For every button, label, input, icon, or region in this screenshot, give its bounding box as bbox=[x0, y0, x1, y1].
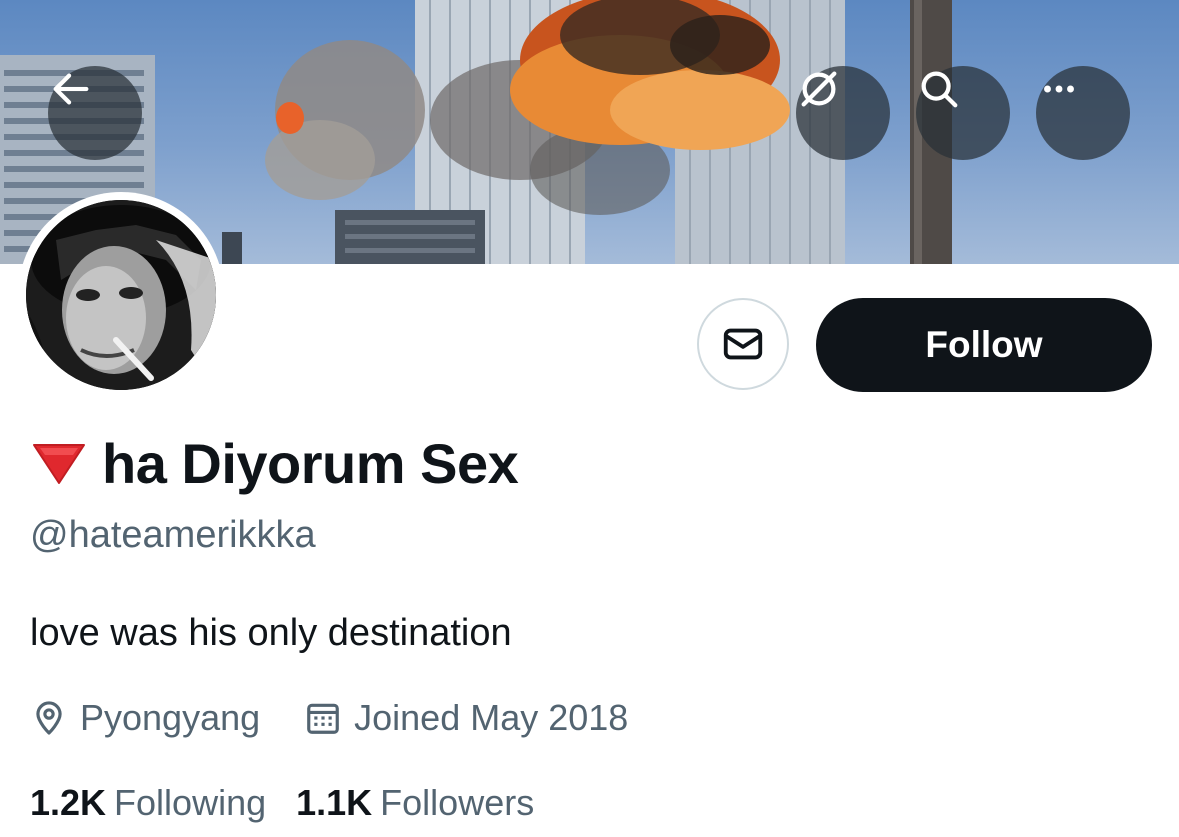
join-date-text: Joined May 2018 bbox=[354, 697, 629, 738]
bio: love was his only destination bbox=[30, 612, 512, 654]
following-link[interactable]: 1.2K Following bbox=[30, 782, 266, 824]
user-handle: @hateamerikkka bbox=[30, 514, 316, 556]
translate-toggle-button[interactable] bbox=[796, 66, 890, 160]
search-icon bbox=[921, 71, 958, 108]
join-date: Joined May 2018 bbox=[304, 697, 628, 739]
avatar-image bbox=[26, 200, 216, 390]
no-translate-icon bbox=[801, 71, 837, 107]
profile-meta: Pyongyang Joined May 2018 bbox=[30, 695, 672, 741]
location-text: Pyongyang bbox=[80, 697, 261, 738]
message-button[interactable] bbox=[697, 298, 789, 390]
display-name-text: ha Diyorum Sex bbox=[102, 431, 519, 495]
follow-button[interactable]: Follow bbox=[816, 298, 1152, 392]
avatar[interactable] bbox=[18, 192, 224, 398]
location: Pyongyang bbox=[30, 697, 260, 739]
following-label: Following bbox=[114, 782, 267, 823]
display-name: ha Diyorum Sex bbox=[30, 428, 519, 498]
followers-link[interactable]: 1.1K Followers bbox=[296, 782, 534, 824]
back-button[interactable] bbox=[48, 66, 142, 160]
envelope-icon bbox=[723, 328, 763, 360]
followers-count: 1.1K bbox=[296, 782, 373, 823]
more-icon bbox=[1044, 85, 1074, 93]
more-button[interactable] bbox=[1036, 66, 1130, 160]
follow-stats: 1.2K Following 1.1K Followers bbox=[30, 780, 564, 826]
search-button[interactable] bbox=[916, 66, 1010, 160]
back-arrow-icon bbox=[53, 73, 89, 105]
location-pin-icon bbox=[36, 701, 62, 735]
red-triangle-down-icon bbox=[30, 441, 88, 485]
following-count: 1.2K bbox=[30, 782, 107, 823]
calendar-icon bbox=[307, 703, 339, 734]
followers-label: Followers bbox=[380, 782, 535, 823]
